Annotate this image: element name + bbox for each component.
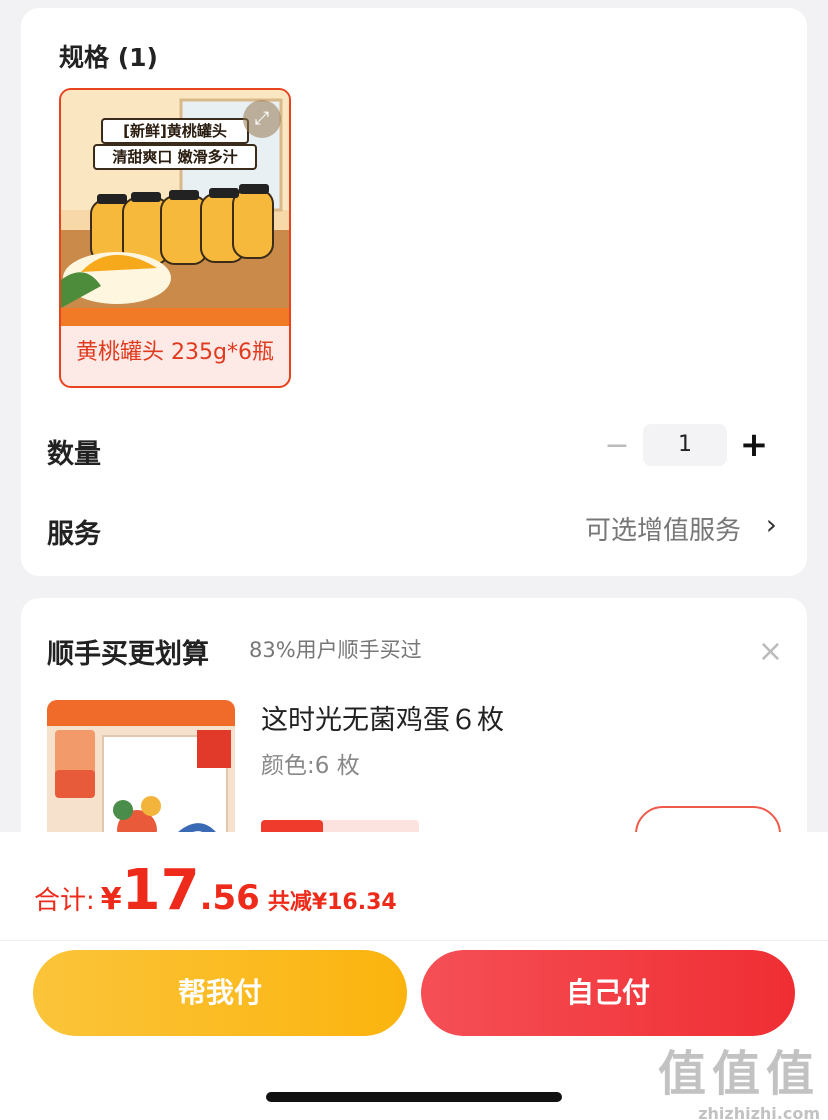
total-integer: 17 — [121, 858, 200, 923]
spec-option-peach-can[interactable]: [新鲜]黄桃罐头 清甜爽口 嫩滑多汁 ⤢ 黄桃罐头 235g*6瓶 — [59, 88, 291, 388]
spec-option-label: 黄桃罐头 235g*6瓶 — [76, 340, 274, 365]
addon-title: 顺手买更划算 — [47, 639, 209, 670]
addon-product-variant: 颜色:6 枚 — [261, 753, 360, 779]
help-pay-button[interactable]: 帮我付 — [33, 950, 407, 1036]
discount-text: 共减¥16.34 — [267, 890, 397, 915]
watermark-logo: 值值值 — [657, 1046, 820, 1102]
promo-banner-line1: [新鲜]黄桃罐头 — [101, 118, 249, 144]
minus-icon[interactable]: − — [601, 426, 633, 466]
home-indicator[interactable] — [266, 1092, 562, 1102]
total-price: 合计: ¥17.56 共减¥16.34 — [34, 858, 397, 923]
addon-product-name[interactable]: 这时光无菌鸡蛋６枚 — [261, 698, 504, 737]
product-image: [新鲜]黄桃罐头 清甜爽口 嫩滑多汁 ⤢ — [61, 90, 289, 308]
expand-icon[interactable]: ⤢ — [243, 100, 281, 138]
quantity-label: 数量 — [47, 439, 101, 470]
total-decimal: .56 — [199, 878, 260, 918]
chevron-right-icon[interactable]: › — [766, 508, 777, 541]
spec-strip — [61, 308, 289, 326]
close-icon[interactable]: × — [758, 634, 783, 669]
addon-subtitle: 83%用户顺手买过 — [249, 638, 422, 662]
currency-symbol: ¥ — [100, 882, 122, 917]
plus-icon[interactable]: + — [737, 424, 771, 466]
spec-card: 规格 (1) [新鲜]黄桃罐头 清甜爽口 嫩滑多汁 ⤢ 黄桃罐头 235g*6瓶… — [21, 8, 807, 576]
divider — [0, 940, 828, 941]
quantity-input[interactable]: 1 — [643, 424, 727, 466]
watermark: 值值值 zhizhizhi.com — [658, 1034, 820, 1120]
spec-title: 规格 (1) — [59, 43, 158, 72]
service-value[interactable]: 可选增值服务 — [585, 510, 741, 547]
watermark-url: zhizhizhi.com — [698, 1104, 820, 1120]
service-label: 服务 — [47, 519, 101, 550]
total-label: 合计: — [34, 886, 95, 916]
self-pay-button[interactable]: 自己付 — [421, 950, 795, 1036]
promo-banner-line2: 清甜爽口 嫩滑多汁 — [93, 144, 257, 170]
